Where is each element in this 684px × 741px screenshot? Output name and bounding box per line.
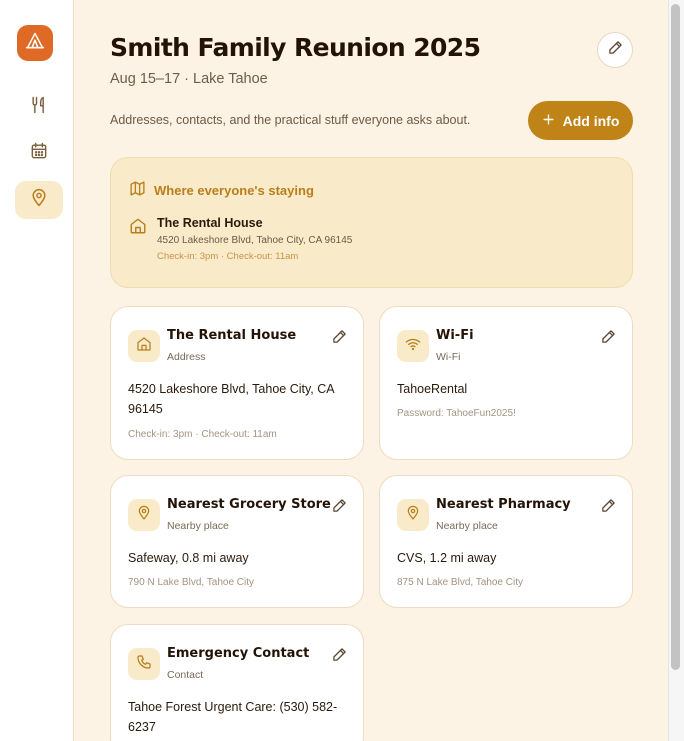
card-type: Wi-Fi	[436, 351, 461, 363]
card-note: Password: TahoeFun2025!	[397, 408, 516, 419]
sidebar	[0, 0, 74, 741]
card-title: Nearest Pharmacy	[436, 497, 571, 512]
card-note: 790 N Lake Blvd, Tahoe City	[128, 577, 255, 588]
edit-card-button[interactable]	[332, 498, 347, 518]
staying-heading: Where everyone's staying	[129, 180, 314, 200]
phone-icon	[136, 654, 152, 675]
card-icon-box	[128, 648, 160, 680]
card-type: Nearby place	[167, 520, 229, 532]
page-description: Addresses, contacts, and the practical s…	[110, 113, 471, 127]
card-note: 875 N Lake Blvd, Tahoe City	[397, 577, 524, 588]
calendar-icon	[29, 141, 49, 166]
page-subtitle: Aug 15–17 · Lake Tahoe	[110, 71, 268, 87]
sidebar-item-info[interactable]	[15, 181, 63, 219]
pencil-icon	[601, 330, 616, 348]
card-value: TahoeRental	[397, 382, 468, 396]
card-title: Nearest Grocery Store	[167, 497, 331, 512]
add-info-button[interactable]: Add info	[528, 101, 633, 140]
staying-panel: Where everyone's staying The Rental Hous…	[110, 157, 633, 288]
card-type: Address	[167, 351, 206, 363]
sidebar-item-meals[interactable]	[15, 88, 63, 126]
info-card[interactable]: Emergency Contact Contact Tahoe Forest U…	[110, 624, 364, 741]
map-pin-icon	[405, 505, 421, 526]
wifi-icon	[405, 336, 421, 357]
info-card[interactable]: Nearest Grocery Store Nearby place Safew…	[110, 475, 364, 608]
house-icon	[129, 217, 147, 240]
card-value: 4520 Lakeshore Blvd, Tahoe City, CA 9614…	[128, 382, 334, 416]
map-icon	[129, 180, 146, 200]
map-pin-icon	[136, 505, 152, 526]
card-type: Contact	[167, 669, 204, 681]
info-card[interactable]: The Rental House Address 4520 Lakeshore …	[110, 306, 364, 460]
edit-event-button[interactable]	[597, 32, 633, 68]
tent-icon	[25, 31, 45, 56]
info-card[interactable]: Nearest Pharmacy Nearby place CVS, 1.2 m…	[379, 475, 633, 608]
add-info-label: Add info	[562, 112, 620, 129]
house-icon	[136, 336, 152, 357]
staying-name: The Rental House	[157, 216, 263, 230]
info-card[interactable]: Wi-Fi Wi-Fi TahoeRental Password: TahoeF…	[379, 306, 633, 460]
pencil-icon	[601, 499, 616, 517]
staying-heading-text: Where everyone's staying	[154, 182, 314, 198]
staying-address: 4520 Lakeshore Blvd, Tahoe City, CA 9614…	[157, 235, 353, 246]
app-logo[interactable]	[17, 25, 53, 61]
edit-card-button[interactable]	[601, 498, 616, 518]
card-value: CVS, 1.2 mi away	[397, 551, 497, 565]
card-value: Safeway, 0.8 mi away	[128, 551, 249, 565]
card-icon-box	[128, 330, 160, 362]
card-icon-box	[128, 499, 160, 531]
card-title: Wi-Fi	[436, 328, 474, 343]
card-title: The Rental House	[167, 328, 297, 343]
sidebar-item-schedule[interactable]	[15, 134, 63, 172]
pencil-icon	[608, 40, 623, 60]
pencil-icon	[332, 648, 347, 666]
card-icon-box	[397, 499, 429, 531]
edit-card-button[interactable]	[332, 647, 347, 667]
utensils-icon	[29, 95, 49, 120]
edit-card-button[interactable]	[332, 329, 347, 349]
card-icon-box	[397, 330, 429, 362]
staying-checkin: Check-in: 3pm · Check-out: 11am	[157, 251, 299, 262]
card-type: Nearby place	[436, 520, 498, 532]
pencil-icon	[332, 499, 347, 517]
card-title: Emergency Contact	[167, 646, 310, 661]
page-title: Smith Family Reunion 2025	[110, 33, 481, 62]
card-value: Tahoe Forest Urgent Care: (530) 582-6237	[128, 700, 338, 734]
edit-card-button[interactable]	[601, 329, 616, 349]
card-note: Check-in: 3pm · Check-out: 11am	[128, 429, 277, 440]
plus-icon	[542, 113, 555, 129]
pencil-icon	[332, 330, 347, 348]
scrollbar-thumb[interactable]	[671, 4, 680, 670]
map-pin-icon	[29, 188, 49, 213]
